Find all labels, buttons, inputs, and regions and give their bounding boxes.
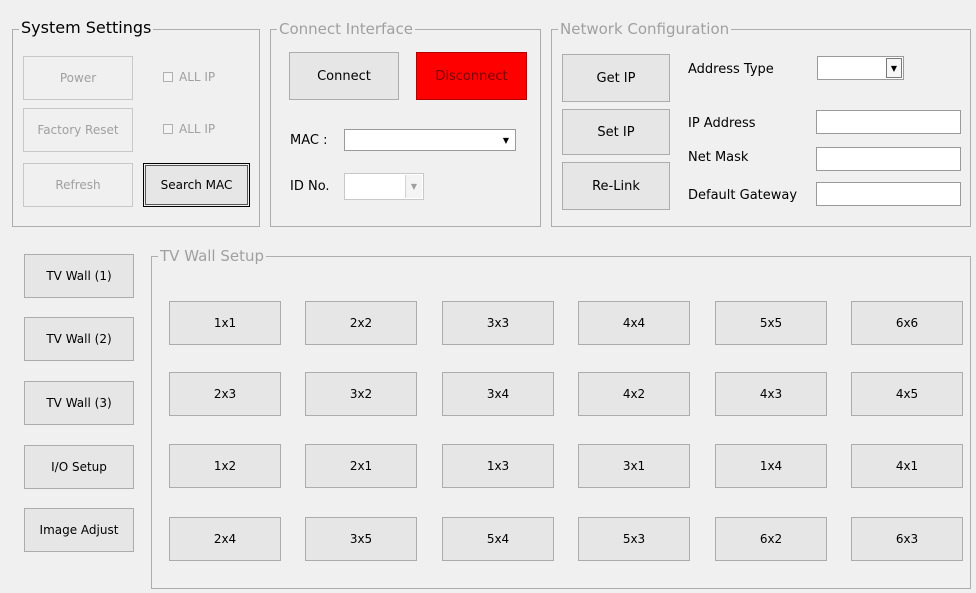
checkbox-box[interactable]	[163, 72, 173, 82]
layout-button[interactable]: 3x2	[305, 372, 417, 416]
chevron-down-icon[interactable]: ▼	[405, 175, 422, 198]
layout-button[interactable]: 2x4	[169, 517, 281, 561]
power-button[interactable]: Power	[23, 56, 133, 100]
default-gateway-field[interactable]	[816, 182, 961, 206]
layout-button[interactable]: 4x5	[851, 372, 963, 416]
net-mask-label: Net Mask	[688, 150, 749, 165]
layout-button[interactable]: 6x6	[851, 301, 963, 345]
layout-button[interactable]: 3x4	[442, 372, 554, 416]
layout-button[interactable]: 4x1	[851, 444, 963, 488]
id-no-label: ID No.	[290, 179, 330, 194]
system-settings-title: System Settings	[19, 18, 154, 38]
factory-all-ip-checkbox[interactable]: ALL IP	[163, 122, 215, 136]
get-ip-button[interactable]: Get IP	[562, 54, 670, 102]
set-ip-button[interactable]: Set IP	[562, 109, 670, 155]
chevron-down-icon[interactable]: ▼	[886, 58, 902, 78]
tv-wall-setup-group: TV Wall Setup 1x1 2x2 3x3 4x4 5x5 6x6 2x…	[151, 246, 971, 589]
layout-button[interactable]: 1x1	[169, 301, 281, 345]
system-settings-group: System Settings Power ALL IP Factory Res…	[12, 18, 260, 227]
ip-address-label: IP Address	[688, 116, 756, 131]
image-adjust-button[interactable]: Image Adjust	[24, 508, 134, 552]
relink-button[interactable]: Re-Link	[562, 162, 670, 210]
mac-label: MAC :	[290, 133, 328, 148]
layout-button[interactable]: 6x2	[715, 517, 827, 561]
address-type-label: Address Type	[688, 62, 774, 77]
refresh-button[interactable]: Refresh	[23, 163, 133, 207]
layout-button[interactable]: 4x4	[578, 301, 690, 345]
checkbox-box[interactable]	[163, 124, 173, 134]
tv-wall-2-button[interactable]: TV Wall (2)	[24, 317, 134, 361]
layout-button[interactable]: 6x3	[851, 517, 963, 561]
network-configuration-group: Network Configuration Get IP Set IP Re-L…	[551, 19, 971, 227]
factory-reset-button[interactable]: Factory Reset	[23, 108, 133, 152]
layout-button[interactable]: 1x2	[169, 444, 281, 488]
power-all-ip-label: ALL IP	[179, 70, 216, 84]
net-mask-field[interactable]	[816, 147, 961, 171]
connect-interface-group: Connect Interface Connect Disconnect MAC…	[270, 19, 541, 227]
layout-button[interactable]: 2x1	[305, 444, 417, 488]
layout-button[interactable]: 1x4	[715, 444, 827, 488]
connect-button[interactable]: Connect	[289, 52, 399, 100]
factory-all-ip-label: ALL IP	[179, 122, 216, 136]
layout-button[interactable]: 5x3	[578, 517, 690, 561]
search-mac-button[interactable]: Search MAC	[143, 163, 250, 207]
network-configuration-title: Network Configuration	[558, 19, 732, 39]
disconnect-button[interactable]: Disconnect	[416, 52, 527, 100]
tv-wall-1-button[interactable]: TV Wall (1)	[24, 254, 134, 298]
default-gateway-label: Default Gateway	[688, 188, 798, 203]
layout-button[interactable]: 2x3	[169, 372, 281, 416]
tv-wall-setup-title: TV Wall Setup	[158, 246, 267, 266]
layout-button[interactable]: 2x2	[305, 301, 417, 345]
tv-wall-3-button[interactable]: TV Wall (3)	[24, 381, 134, 425]
layout-button[interactable]: 4x2	[578, 372, 690, 416]
ip-address-field[interactable]	[816, 110, 961, 134]
layout-button[interactable]: 4x3	[715, 372, 827, 416]
layout-button[interactable]: 1x3	[442, 444, 554, 488]
layout-button[interactable]: 3x1	[578, 444, 690, 488]
layout-button[interactable]: 3x5	[305, 517, 417, 561]
chevron-down-icon[interactable]: ▼	[498, 131, 514, 149]
connect-interface-title: Connect Interface	[277, 19, 415, 39]
io-setup-button[interactable]: I/O Setup	[24, 445, 134, 489]
power-all-ip-checkbox[interactable]: ALL IP	[163, 70, 215, 84]
layout-button[interactable]: 5x4	[442, 517, 554, 561]
mac-dropdown[interactable]: ▼	[344, 129, 516, 151]
id-no-dropdown[interactable]: ▼	[344, 173, 424, 200]
layout-button[interactable]: 3x3	[442, 301, 554, 345]
layout-button[interactable]: 5x5	[715, 301, 827, 345]
address-type-dropdown[interactable]: ▼	[817, 56, 904, 80]
